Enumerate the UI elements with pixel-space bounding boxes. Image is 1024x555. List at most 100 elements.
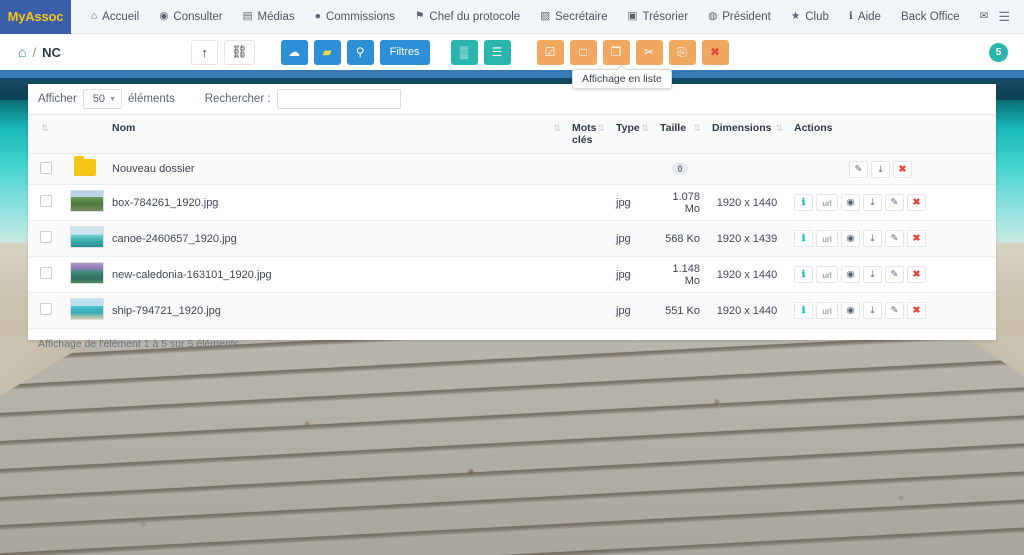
nav-item-pr-sident[interactable]: ◍ Président [698,0,781,34]
cut-button[interactable]: ✂ [635,39,663,65]
sort-icon[interactable]: ⇅ [775,123,783,134]
url-action-icon[interactable]: url [816,194,838,211]
column-header-nom[interactable]: Nom ⇅ [106,114,566,154]
row-name[interactable]: ship-794721_1920.jpg [106,292,566,329]
row-checkbox[interactable] [40,303,52,315]
column-header-type[interactable]: Type ⇅ [610,114,654,154]
row-checkbox[interactable] [40,195,52,207]
preview-action-icon[interactable]: ◉ [841,194,860,211]
sort-icon[interactable]: ⇅ [553,123,561,134]
nav-item-aide[interactable]: ℹ Aide [839,0,891,34]
column-header-sort[interactable]: ⇅ [28,114,64,154]
nav-item-consulter[interactable]: ◉ Consulter [149,0,232,34]
cloud-upload-icon: ☁ [288,45,301,59]
row-select-cell [28,184,64,221]
table-row[interactable]: Nouveau dossier 0 ✎ ⤓ ✖ [28,153,996,185]
image-thumbnail[interactable] [70,262,104,284]
copy-button[interactable]: ❐ [602,39,630,65]
tree-view-button[interactable]: ⛓ [224,39,255,65]
deselect-all-button[interactable]: □ [569,39,597,65]
table-row[interactable]: box-784261_1920.jpg jpg 1.078 Mo 1920 x 144… [28,184,996,221]
edit-action-icon[interactable]: ✎ [885,266,904,283]
delete-action-icon[interactable]: ✖ [907,230,926,247]
url-action-icon[interactable]: url [816,302,838,319]
delete-action-icon[interactable]: ✖ [907,266,926,283]
edit-action-icon[interactable]: ✎ [885,194,904,211]
info-action-icon[interactable]: ℹ [794,266,813,283]
nav-item-back-office[interactable]: Back Office [891,0,970,34]
download-action-icon[interactable]: ⤓ [863,230,882,247]
info-action-icon[interactable]: ℹ [794,230,813,247]
brand-logo[interactable]: MyAssoc [0,0,71,34]
row-size: 0 [654,153,706,185]
column-header-dimensions[interactable]: Dimensions ⇅ [706,114,788,154]
download-action-icon[interactable]: ⤓ [871,160,890,178]
image-thumbnail[interactable] [70,190,104,212]
image-thumbnail[interactable] [70,226,104,248]
upload-parent-button[interactable]: ↑ [191,39,219,65]
new-folder-button[interactable]: ▰ [313,39,341,65]
list-view-button[interactable]: ☰ [483,39,511,65]
delete-button[interactable]: ✖ [701,39,729,65]
nav-item-secr-taire[interactable]: ▧ Secrétaire [530,0,617,34]
row-size: 1.148 Mo [654,256,706,293]
delete-action-icon[interactable]: ✖ [893,160,912,178]
nav-item-chef-du-protocole[interactable]: ⚑ Chef du protocole [405,0,530,34]
download-action-icon[interactable]: ⤓ [863,302,882,319]
url-action-icon[interactable]: url [816,266,838,283]
info-icon: ℹ [848,10,853,23]
download-action-icon[interactable]: ⤓ [863,194,882,211]
sort-icon[interactable]: ⇅ [641,123,649,134]
column-header-mots-cl-s[interactable]: Mots clés ⇅ [566,114,610,154]
sort-icon[interactable]: ⇅ [597,123,605,134]
filters-button[interactable]: Filtres [379,39,430,65]
sort-icon[interactable]: ⇅ [693,123,701,134]
nav-item-envelope-icon[interactable]: ✉ [970,0,999,34]
row-checkbox[interactable] [40,267,52,279]
nav-item-m-dias[interactable]: ▤ Médias [233,0,305,34]
image-thumbnail[interactable] [70,298,104,320]
preview-action-icon[interactable]: ◉ [841,266,860,283]
row-name[interactable]: canoe-2460657_1920.jpg [106,220,566,257]
edit-action-icon[interactable]: ✎ [885,302,904,319]
search-button[interactable]: ⚲ [346,39,374,65]
page-length-select[interactable]: 50 ▼ [82,89,123,109]
sort-icon[interactable]: ⇅ [41,123,49,134]
menu-icon[interactable]: ☰ [998,9,1010,25]
row-name[interactable]: box-784261_1920.jpg [106,184,566,221]
nav-item-tr-sorier[interactable]: ▣ Trésorier [618,0,699,34]
home-icon[interactable]: ⌂ [18,44,26,60]
row-checkbox[interactable] [40,161,52,174]
row-name[interactable]: Nouveau dossier [106,153,566,185]
action-button-group: ℹ url ◉ ⤓ ✎ ✖ [794,194,990,211]
info-action-icon[interactable]: ℹ [794,302,813,319]
edit-action-icon[interactable]: ✎ [849,160,868,178]
preview-action-icon[interactable]: ◉ [841,302,860,319]
row-checkbox[interactable] [40,231,52,243]
nav-item-commissions[interactable]: ● Commissions [305,0,405,34]
notification-badge[interactable]: 5 [989,42,1008,62]
table-row[interactable]: canoe-2460657_1920.jpg jpg 568 Ko 1920 x 14… [28,220,996,257]
grid-view-button[interactable]: ▒ [450,39,478,65]
search-control: Rechercher : [205,89,401,109]
delete-action-icon[interactable]: ✖ [907,194,926,211]
delete-action-icon[interactable]: ✖ [907,302,926,319]
cloud-upload-button[interactable]: ☁ [280,39,308,65]
nav-item-club[interactable]: ★ Club [781,0,839,34]
edit-action-icon[interactable]: ✎ [885,230,904,247]
search-input[interactable] [276,89,401,109]
select-all-button[interactable]: ☑ [536,39,564,65]
url-action-icon[interactable]: url [816,230,838,247]
table-row[interactable]: ship-794721_1920.jpg jpg 551 Ko 1920 x 1440… [28,292,996,329]
column-header-taille[interactable]: Taille ⇅ [654,114,706,154]
preview-action-icon[interactable]: ◉ [841,230,860,247]
paste-button[interactable]: ⎘ [668,39,696,65]
info-action-icon[interactable]: ℹ [794,194,813,211]
nav-item-accueil[interactable]: ⌂ Accueil [81,0,149,34]
row-dimensions: 1920 x 1440 [706,292,788,329]
table-row[interactable]: new-caledonia-163101_1920.jpg jpg 1.148 Mo… [28,256,996,293]
download-action-icon[interactable]: ⤓ [863,266,882,283]
row-name[interactable]: new-caledonia-163101_1920.jpg [106,256,566,293]
breadcrumb-current[interactable]: NC [42,45,61,60]
tooltip-text: Affichage en liste [582,73,662,85]
